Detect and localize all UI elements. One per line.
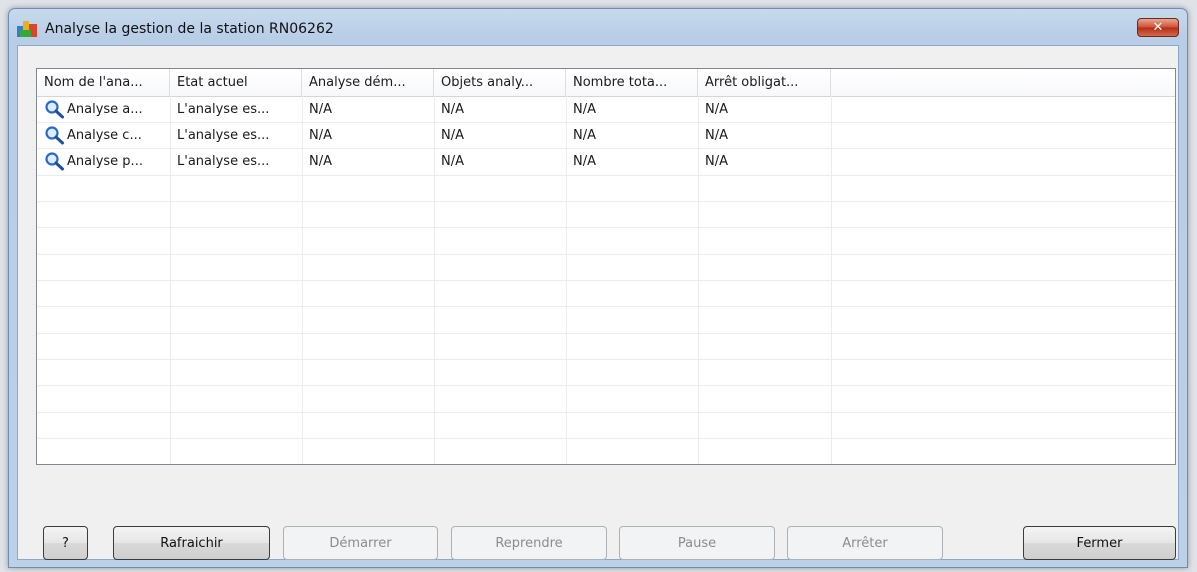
- cell-scan-name: Analyse p...: [67, 154, 143, 169]
- table-row[interactable]: Analyse c... L'analyse es... N/A N/A N/A…: [37, 122, 1175, 148]
- cell-scan-name: Analyse c...: [67, 128, 142, 143]
- grid-line: [37, 227, 1175, 228]
- grid-line: [37, 438, 1175, 439]
- cell-current-state: L'analyse es...: [177, 102, 270, 117]
- column-header-current-state[interactable]: Etat actuel: [170, 69, 302, 96]
- column-header-scan-name[interactable]: Nom de l'ana...: [37, 69, 170, 96]
- avg-logo-icon: [17, 21, 37, 37]
- help-button[interactable]: ?: [43, 526, 88, 560]
- scan-list[interactable]: Nom de l'ana... Etat actuel Analyse dém.…: [36, 68, 1176, 465]
- start-button[interactable]: Démarrer: [283, 526, 438, 560]
- cell-total-count: N/A: [573, 154, 596, 169]
- window-title: Analyse la gestion de la station RN06262: [45, 21, 334, 37]
- grid-line: [37, 254, 1175, 255]
- grid-line: [37, 175, 1175, 176]
- column-header-scan-started[interactable]: Analyse dém...: [302, 69, 434, 96]
- cell-scan-started: N/A: [309, 102, 332, 117]
- resume-button[interactable]: Reprendre: [451, 526, 607, 560]
- cell-objects-scanned: N/A: [441, 102, 464, 117]
- grid-line: [37, 359, 1175, 360]
- list-header: Nom de l'ana... Etat actuel Analyse dém.…: [37, 69, 1175, 97]
- cell-objects-scanned: N/A: [441, 128, 464, 143]
- title-bar[interactable]: Analyse la gestion de la station RN06262…: [9, 9, 1187, 45]
- pause-button[interactable]: Pause: [619, 526, 775, 560]
- cell-scan-started: N/A: [309, 154, 332, 169]
- cell-forced-stop: N/A: [705, 128, 728, 143]
- cell-current-state: L'analyse es...: [177, 128, 270, 143]
- dialog-window: Analyse la gestion de la station RN06262…: [8, 8, 1188, 568]
- cell-current-state: L'analyse es...: [177, 154, 270, 169]
- column-header-forced-stop[interactable]: Arrêt obligat...: [698, 69, 831, 96]
- cell-total-count: N/A: [573, 102, 596, 117]
- dialog-client-area: Nom de l'ana... Etat actuel Analyse dém.…: [17, 45, 1179, 560]
- close-icon: ✕: [1152, 20, 1164, 35]
- stop-button[interactable]: Arrêter: [787, 526, 943, 560]
- grid-line: [37, 333, 1175, 334]
- cell-forced-stop: N/A: [705, 102, 728, 117]
- cell-forced-stop: N/A: [705, 154, 728, 169]
- grid-line: [37, 280, 1175, 281]
- grid-line: [37, 412, 1175, 413]
- close-button[interactable]: Fermer: [1023, 526, 1176, 560]
- refresh-button[interactable]: Rafraichir: [113, 526, 270, 560]
- grid-line: [37, 201, 1175, 202]
- cell-scan-name: Analyse a...: [67, 102, 143, 117]
- table-row[interactable]: Analyse a... L'analyse es... N/A N/A N/A…: [37, 96, 1175, 122]
- cell-total-count: N/A: [573, 128, 596, 143]
- cell-scan-started: N/A: [309, 128, 332, 143]
- table-row[interactable]: Analyse p... L'analyse es... N/A N/A N/A…: [37, 148, 1175, 174]
- column-header-total-count[interactable]: Nombre tota...: [566, 69, 698, 96]
- close-window-button[interactable]: ✕: [1137, 18, 1179, 37]
- column-header-objects-scanned[interactable]: Objets analy...: [434, 69, 566, 96]
- grid-line: [37, 385, 1175, 386]
- cell-objects-scanned: N/A: [441, 154, 464, 169]
- grid-line: [37, 306, 1175, 307]
